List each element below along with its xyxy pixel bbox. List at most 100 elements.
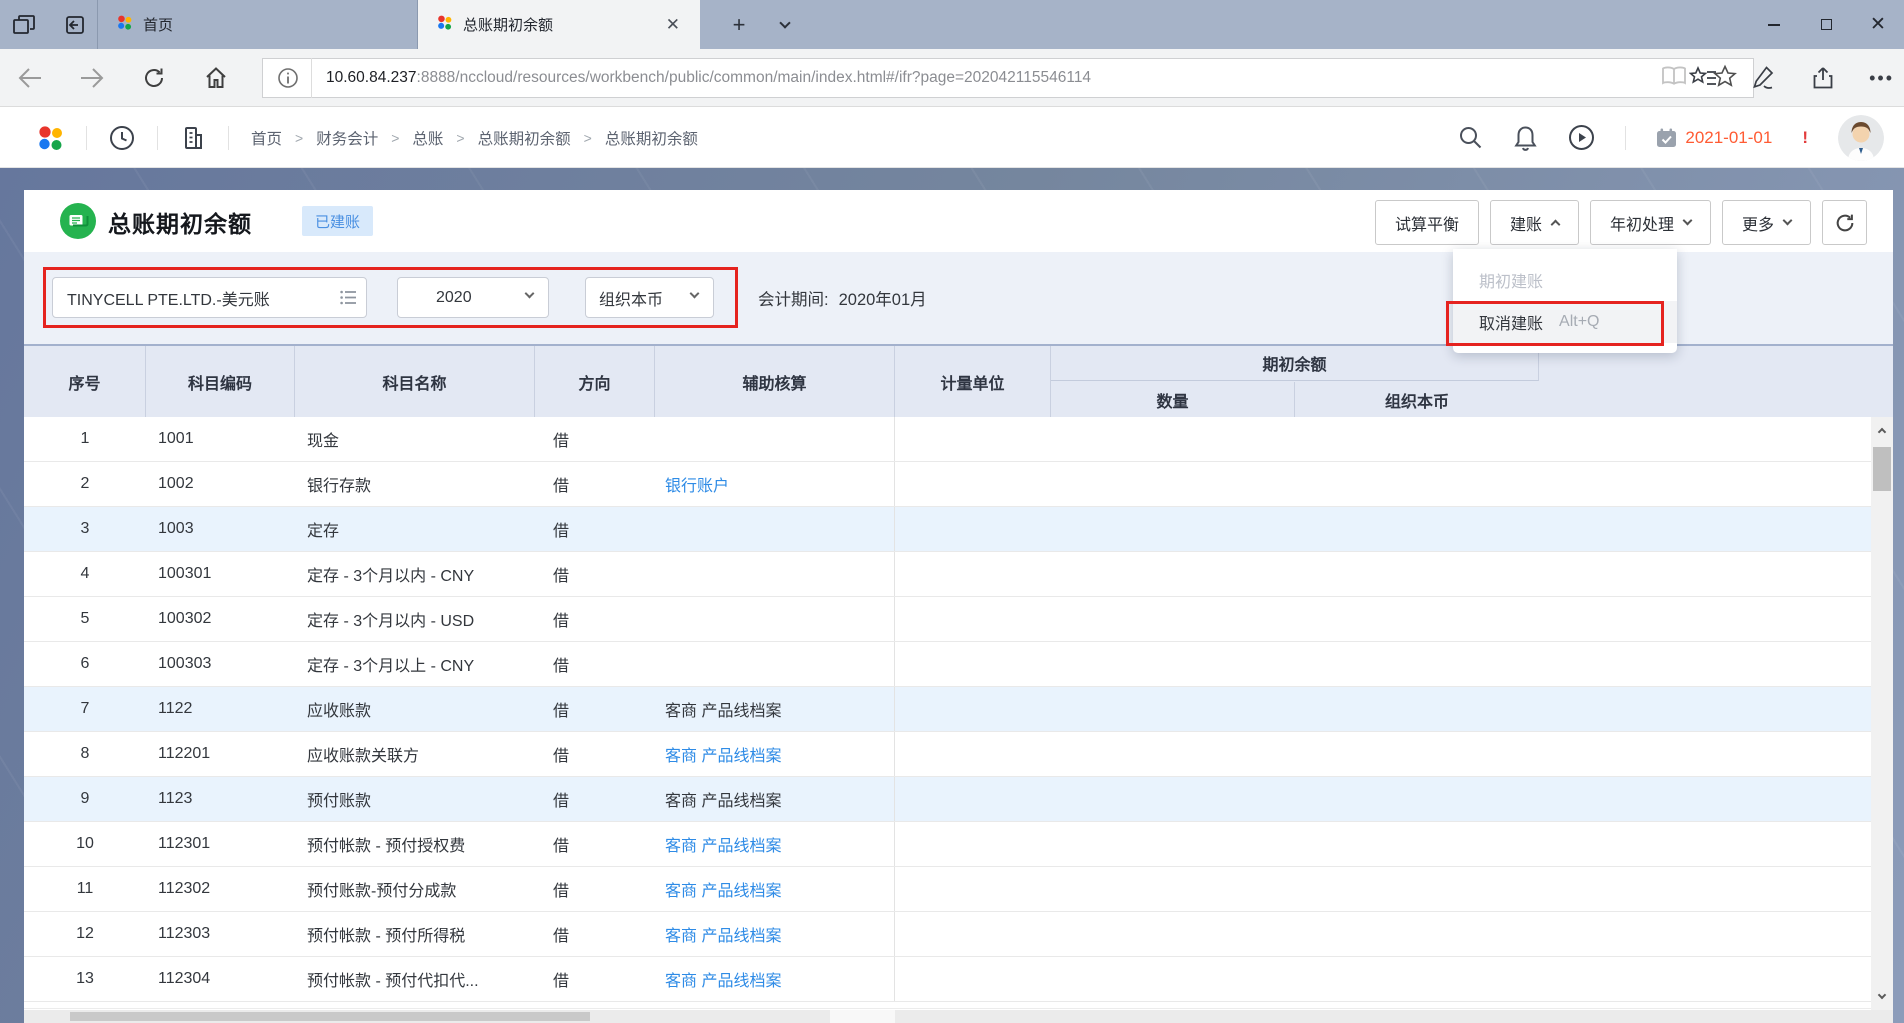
- account-book-select[interactable]: TINYCELL PTE.LTD.-美元账: [52, 277, 367, 318]
- table-row[interactable]: 21002银行存款借银行账户: [24, 462, 1871, 507]
- cell-code: 112304: [146, 957, 295, 1001]
- cell-unit: [895, 552, 1051, 596]
- breadcrumb-separator: >: [456, 130, 464, 146]
- search-icon[interactable]: [1458, 125, 1483, 150]
- build-account-button[interactable]: 建账: [1490, 200, 1579, 245]
- horizontal-scrollbar-thumb[interactable]: [70, 1012, 590, 1021]
- col-header-name[interactable]: 科目名称: [295, 346, 535, 417]
- browser-tab-bar: 首页 总账期初余额 ✕ + ✕: [0, 0, 1904, 49]
- table-row[interactable]: 13112304预付帐款 - 预付代扣代...借客商 产品线档案: [24, 957, 1871, 1002]
- button-label: 试算平衡: [1395, 211, 1459, 235]
- annotate-pen-icon[interactable]: [1749, 64, 1777, 92]
- favorites-hub-icon[interactable]: [1689, 64, 1717, 92]
- breadcrumb-item-3[interactable]: 总账期初余额: [478, 127, 571, 149]
- share-icon[interactable]: [1809, 64, 1837, 92]
- col-header-unit[interactable]: 计量单位: [895, 346, 1051, 417]
- app-logo[interactable]: [36, 124, 64, 152]
- recent-history-icon[interactable]: [109, 125, 135, 151]
- breadcrumb-item-2[interactable]: 总账: [412, 127, 443, 149]
- breadcrumb-item-1[interactable]: 财务会计: [316, 127, 378, 149]
- window-maximize-button[interactable]: [1800, 0, 1852, 49]
- new-tab-button[interactable]: +: [722, 0, 756, 49]
- window-minimize-button[interactable]: [1748, 0, 1800, 49]
- table-row[interactable]: 12112303预付帐款 - 预付所得税借客商 产品线档案: [24, 912, 1871, 957]
- cell-direction: 借: [535, 732, 655, 776]
- cell-name: 定存: [295, 507, 535, 551]
- notifications-bell-icon[interactable]: [1513, 125, 1538, 151]
- chevron-down-icon: [1783, 216, 1793, 226]
- address-bar[interactable]: 10.60.84.237:8888/nccloud/resources/work…: [262, 58, 1754, 98]
- cell-name: 预付帐款 - 预付代扣代...: [295, 957, 535, 1001]
- refresh-icon[interactable]: [140, 64, 168, 92]
- reading-view-icon[interactable]: [1661, 66, 1687, 91]
- avatar[interactable]: [1838, 115, 1884, 161]
- cell-unit: [895, 777, 1051, 821]
- tab-gl-opening-balance[interactable]: 总账期初余额 ✕: [418, 0, 700, 49]
- cell-quantity: [1051, 597, 1295, 641]
- table-row[interactable]: 8112201应收账款关联方借客商 产品线档案: [24, 732, 1871, 777]
- chevron-up-icon: [1551, 220, 1561, 230]
- tab-preview-icon[interactable]: [12, 14, 36, 36]
- vertical-scrollbar[interactable]: [1871, 417, 1893, 1010]
- col-header-aux[interactable]: 辅助核算: [655, 346, 895, 417]
- table-row[interactable]: 11112302预付账款-预付分成款借客商 产品线档案: [24, 867, 1871, 912]
- forward-icon[interactable]: [78, 64, 106, 92]
- business-date[interactable]: 2021-01-01: [1656, 128, 1772, 148]
- cell-aux-link[interactable]: 客商 产品线档案: [655, 867, 895, 911]
- trial-balance-button[interactable]: 试算平衡: [1375, 200, 1479, 245]
- guide-play-icon[interactable]: [1568, 124, 1595, 151]
- chevron-down-icon: [525, 289, 535, 299]
- more-button[interactable]: 更多: [1722, 200, 1811, 245]
- table-row[interactable]: 91123预付账款借客商 产品线档案: [24, 777, 1871, 822]
- organization-icon[interactable]: [180, 125, 206, 151]
- cell-direction: 借: [535, 552, 655, 596]
- table-row[interactable]: 6100303定存 - 3个月以上 - CNY借: [24, 642, 1871, 687]
- menu-item-cancel-build[interactable]: 取消建账Alt+Q: [1453, 301, 1677, 343]
- tab-close-icon[interactable]: ✕: [664, 15, 682, 35]
- col-header-direction[interactable]: 方向: [535, 346, 655, 417]
- fiscal-year-select[interactable]: 2020: [397, 277, 549, 318]
- table-row[interactable]: 11001现金借: [24, 417, 1871, 462]
- calendar-icon: [1656, 128, 1677, 148]
- cell-aux-link[interactable]: 客商 产品线档案: [655, 822, 895, 866]
- cell-name: 定存 - 3个月以内 - USD: [295, 597, 535, 641]
- cell-aux-link[interactable]: 银行账户: [655, 462, 895, 506]
- cell-aux-link[interactable]: 客商 产品线档案: [655, 957, 895, 1001]
- table-row[interactable]: 5100302定存 - 3个月以内 - USD借: [24, 597, 1871, 642]
- more-menu-icon[interactable]: •••: [1869, 68, 1894, 89]
- horizontal-scrollbar[interactable]: [24, 1010, 1893, 1023]
- tab-home[interactable]: 首页: [97, 0, 418, 49]
- back-icon[interactable]: [16, 64, 44, 92]
- home-icon[interactable]: [202, 64, 230, 92]
- cell-aux-link[interactable]: 客商 产品线档案: [655, 912, 895, 956]
- breadcrumb-item-0[interactable]: 首页: [251, 127, 282, 149]
- set-tabs-aside-icon[interactable]: [60, 14, 84, 36]
- cell-aux: [655, 642, 895, 686]
- table-row[interactable]: 4100301定存 - 3个月以内 - CNY借: [24, 552, 1871, 597]
- table-row[interactable]: 71122应收账款借客商 产品线档案: [24, 687, 1871, 732]
- currency-select[interactable]: 组织本币: [585, 277, 714, 318]
- year-begin-button[interactable]: 年初处理: [1590, 200, 1711, 245]
- button-label: 建账: [1510, 211, 1542, 235]
- col-header-quantity[interactable]: 数量: [1051, 382, 1295, 417]
- scroll-up-icon[interactable]: [1871, 419, 1893, 441]
- cell-quantity: [1051, 822, 1295, 866]
- col-header-seq[interactable]: 序号: [24, 346, 146, 417]
- cell-seq: 1: [24, 417, 146, 461]
- table-row[interactable]: 10112301预付帐款 - 预付授权费借客商 产品线档案: [24, 822, 1871, 867]
- cell-filler: [1539, 552, 1871, 596]
- cell-aux-link[interactable]: 客商 产品线档案: [655, 732, 895, 776]
- cell-name: 现金: [295, 417, 535, 461]
- cell-seq: 12: [24, 912, 146, 956]
- col-header-code[interactable]: 科目编码: [146, 346, 295, 417]
- site-info-icon[interactable]: [277, 67, 299, 89]
- table-row[interactable]: 31003定存借: [24, 507, 1871, 552]
- refresh-list-button[interactable]: [1822, 200, 1867, 245]
- vertical-scrollbar-thumb[interactable]: [1873, 447, 1891, 491]
- tab-title: 首页: [143, 14, 399, 35]
- tab-list-chevron-icon[interactable]: [768, 0, 802, 49]
- window-close-button[interactable]: ✕: [1852, 0, 1904, 49]
- scroll-down-icon[interactable]: [1871, 986, 1893, 1008]
- breadcrumb-item-4[interactable]: 总账期初余额: [605, 127, 698, 149]
- col-header-org-currency[interactable]: 组织本币: [1295, 382, 1539, 417]
